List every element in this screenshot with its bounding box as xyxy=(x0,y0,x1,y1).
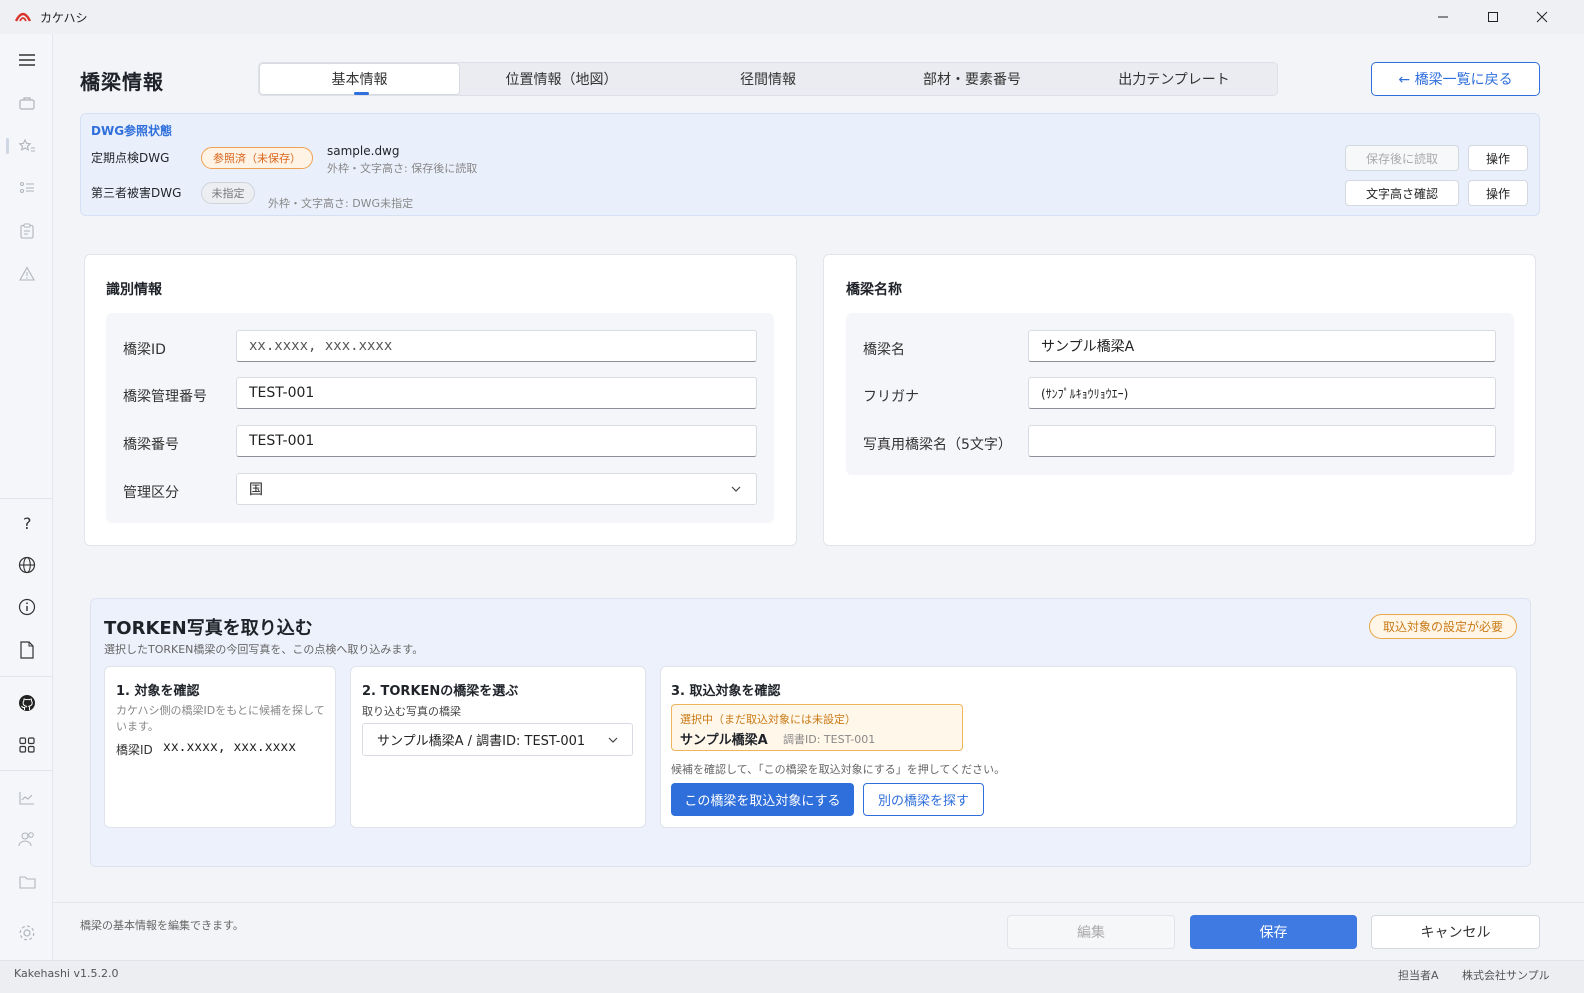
field-label: 写真用橋梁名（5文字） xyxy=(863,437,1012,453)
window-title: カケハシ xyxy=(40,11,88,25)
dwg-file-name: sample.dwg xyxy=(327,144,400,158)
management-category-select[interactable]: 国 xyxy=(236,473,757,505)
id-value: xx.xxxx, xxx.xxxx xyxy=(163,740,297,755)
chart-icon[interactable] xyxy=(14,785,40,811)
chevron-down-icon xyxy=(731,485,741,493)
dwg-row-label: 第三者被害DWG xyxy=(91,186,182,200)
active-indicator xyxy=(6,138,9,154)
dwg-operation-button[interactable]: 操作 xyxy=(1468,180,1528,206)
current-user: 担当者A xyxy=(1398,969,1439,982)
status-bar xyxy=(0,960,1584,993)
edit-button[interactable]: 編集 xyxy=(1007,915,1175,949)
settings-icon[interactable] xyxy=(14,920,40,946)
apps-icon[interactable] xyxy=(14,732,40,758)
dwg-status-badge: 参照済（未保存） xyxy=(201,147,313,169)
maximize-button[interactable] xyxy=(1470,0,1516,34)
briefcase-icon[interactable] xyxy=(14,90,40,116)
folder-icon[interactable] xyxy=(14,869,40,895)
selected-name: サンプル橋梁A xyxy=(680,733,768,748)
warning-icon[interactable] xyxy=(14,260,40,286)
field-label: 橋梁管理番号 xyxy=(123,389,207,405)
close-button[interactable] xyxy=(1519,0,1565,34)
bridge-name-field[interactable]: サンプル橋梁A xyxy=(1028,330,1496,362)
dwg-note: 外枠・文字高さ: 保存後に読取 xyxy=(327,162,478,175)
step-desc: カケハシ側の橋梁IDをもとに候補を探しています。 xyxy=(116,704,325,733)
step-title: 2. TORKENの橋梁を選ぶ xyxy=(362,684,519,699)
company-name: 株式会社サンプル xyxy=(1462,969,1550,982)
field-label: 橋梁ID xyxy=(123,342,166,358)
selected-label: 選択中（まだ取込対象には未設定） xyxy=(680,713,856,726)
torken-title: TORKEN写真を取り込む xyxy=(104,618,313,639)
minimize-button[interactable] xyxy=(1420,0,1466,34)
selected-id: 調書ID: TEST-001 xyxy=(783,733,876,746)
field-label: 橋梁番号 xyxy=(123,437,179,453)
list-icon[interactable] xyxy=(14,175,40,201)
check-text-height-button[interactable]: 文字高さ確認 xyxy=(1345,180,1459,206)
step-title: 1. 対象を確認 xyxy=(116,684,200,699)
help-icon[interactable]: ? xyxy=(14,510,40,536)
cancel-button[interactable]: キャンセル xyxy=(1371,915,1540,949)
set-import-target-button[interactable]: この橋梁を取込対象にする xyxy=(671,783,854,816)
page-title: 橋梁情報 xyxy=(80,70,164,94)
field-label: 橋梁名 xyxy=(863,342,905,358)
app-logo-icon xyxy=(14,9,32,23)
sidebar-divider xyxy=(0,676,53,677)
photo-bridge-name-field[interactable] xyxy=(1028,425,1496,457)
save-button[interactable]: 保存 xyxy=(1190,915,1357,949)
users-icon[interactable] xyxy=(14,826,40,852)
tab-members[interactable]: 部材・要素番号 xyxy=(873,63,1071,95)
github-icon[interactable] xyxy=(14,690,40,716)
tab-label: 部材・要素番号 xyxy=(923,72,1021,88)
tab-label: 出力テンプレート xyxy=(1118,72,1230,88)
tab-label: 位置情報（地図） xyxy=(505,72,618,88)
field-label: 管理区分 xyxy=(123,485,179,501)
step3-hint: 候補を確認して、「この橋梁を取込対象にする」を押してください。 xyxy=(671,763,1006,776)
id-label: 橋梁ID xyxy=(116,743,153,757)
torken-status-badge: 取込対象の設定が必要 xyxy=(1369,614,1517,639)
star-list-icon[interactable] xyxy=(14,133,40,159)
torken-bridge-select[interactable]: サンプル橋梁A / 調書ID: TEST-001 xyxy=(362,723,633,756)
sidebar-divider xyxy=(0,770,53,771)
dwg-title: DWG参照状態 xyxy=(91,124,173,138)
management-number-field[interactable]: TEST-001 xyxy=(236,377,757,409)
sidebar xyxy=(0,34,53,960)
active-tab-indicator xyxy=(354,92,369,95)
tab-bar: 基本情報 位置情報（地図） 径間情報 部材・要素番号 出力テンプレート xyxy=(258,62,1278,96)
step-title: 3. 取込対象を確認 xyxy=(671,684,781,699)
read-after-save-button[interactable]: 保存後に読取 xyxy=(1345,145,1459,171)
select-value: サンプル橋梁A / 調書ID: TEST-001 xyxy=(377,734,586,749)
section-title: 橋梁名称 xyxy=(846,282,902,298)
tab-label: 基本情報 xyxy=(331,72,388,88)
bridge-number-field[interactable]: TEST-001 xyxy=(236,425,757,457)
select-value: 国 xyxy=(249,482,263,498)
furigana-field[interactable]: (ｻﾝﾌﾟﾙｷｮｳﾘｮｳｴｰ) xyxy=(1028,377,1496,409)
document-icon[interactable] xyxy=(14,637,40,663)
menu-icon[interactable] xyxy=(14,47,40,73)
section-title: 識別情報 xyxy=(106,282,162,298)
tab-location[interactable]: 位置情報（地図） xyxy=(460,63,663,95)
dwg-operation-button[interactable]: 操作 xyxy=(1468,145,1528,171)
tab-label: 径間情報 xyxy=(740,72,796,88)
step-sublabel: 取り込む写真の橋梁 xyxy=(362,705,461,718)
back-to-list-button[interactable]: ← 橋梁一覧に戻る xyxy=(1371,62,1540,96)
find-other-bridge-button[interactable]: 別の橋梁を探す xyxy=(863,783,984,816)
torken-subtitle: 選択したTORKEN橋梁の今回写真を、この点検へ取り込みます。 xyxy=(104,643,424,656)
chevron-down-icon xyxy=(608,736,618,744)
field-label: フリガナ xyxy=(863,389,919,405)
globe-icon[interactable] xyxy=(14,552,40,578)
info-icon[interactable] xyxy=(14,594,40,620)
dwg-status-badge: 未指定 xyxy=(201,182,255,204)
bridge-id-field[interactable]: xx.xxxx, xxx.xxxx xyxy=(236,330,757,362)
tab-basic-info[interactable]: 基本情報 xyxy=(259,63,460,95)
dwg-row-label: 定期点検DWG xyxy=(91,151,170,165)
tab-span[interactable]: 径間情報 xyxy=(663,63,873,95)
tab-output-template[interactable]: 出力テンプレート xyxy=(1071,63,1277,95)
clipboard-icon[interactable] xyxy=(14,218,40,244)
svg-text:?: ? xyxy=(23,515,32,531)
footer-hint: 橋梁の基本情報を編集できます。 xyxy=(80,919,244,932)
dwg-note: 外枠・文字高さ: DWG未指定 xyxy=(268,197,414,210)
sidebar-divider xyxy=(0,498,53,499)
app-version: Kakehashi v1.5.2.0 xyxy=(14,967,119,980)
title-bar xyxy=(0,0,1584,34)
